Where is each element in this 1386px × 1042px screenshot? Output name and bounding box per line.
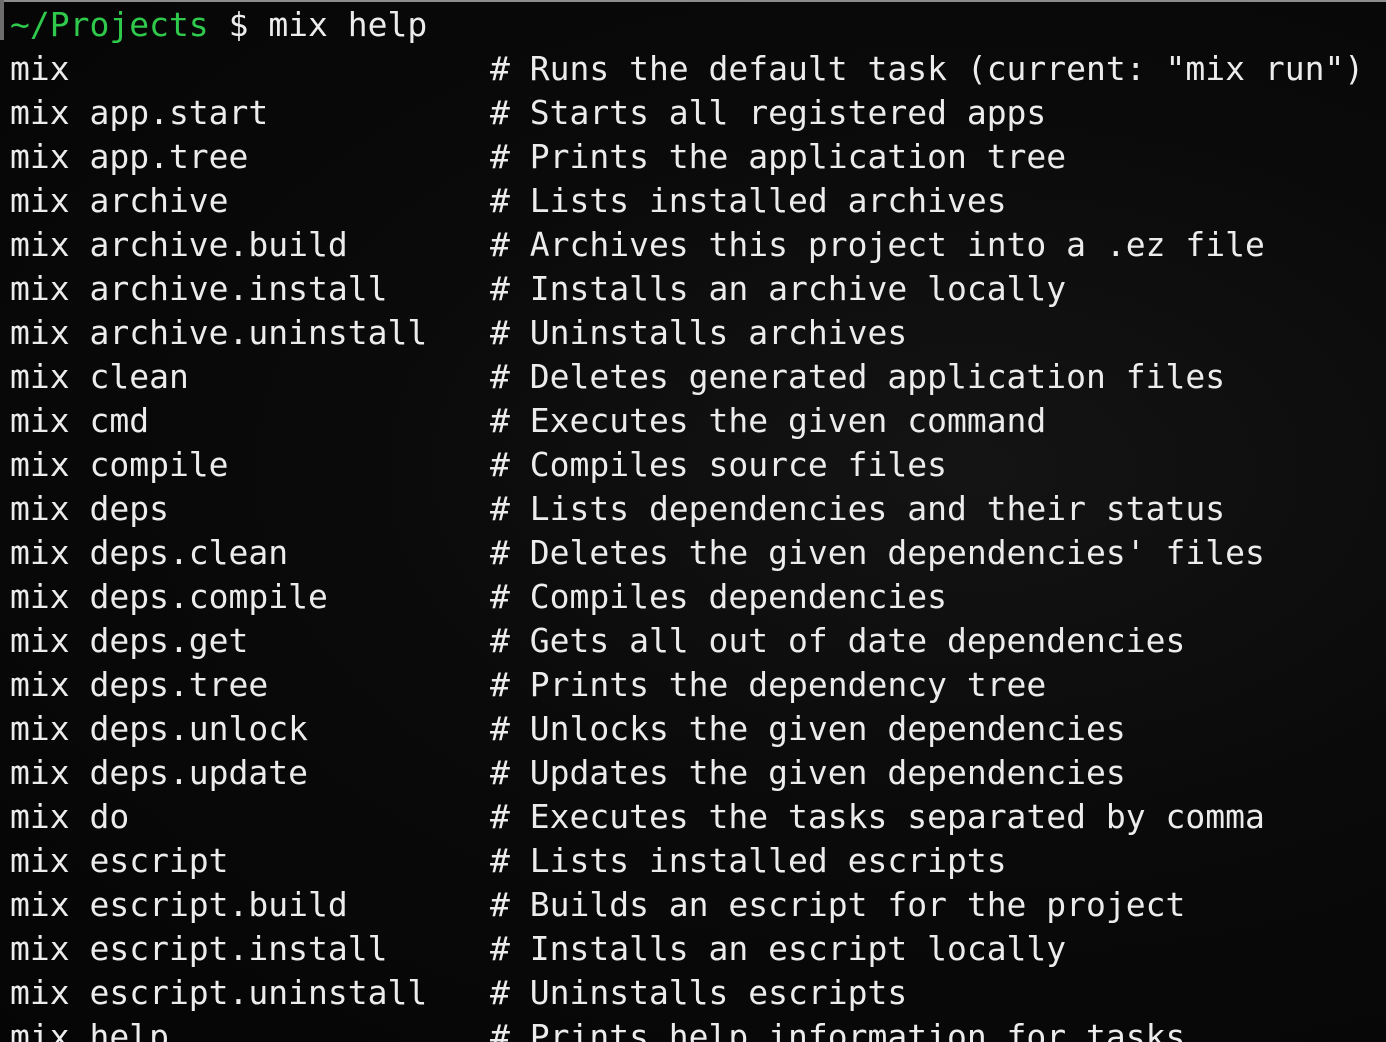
window-top-border: [0, 0, 1386, 2]
task-name: mix compile: [10, 445, 229, 484]
task-description: # Builds an escript for the project: [490, 885, 1186, 924]
task-description: # Unlocks the given dependencies: [490, 709, 1126, 748]
task-name: mix app.start: [10, 93, 269, 132]
task-name: mix deps.update: [10, 753, 309, 792]
prompt-symbol: $: [228, 5, 249, 44]
task-description: # Compiles dependencies: [490, 577, 947, 616]
task-description: # Gets all out of date dependencies: [490, 621, 1186, 660]
task-name: mix escript: [10, 841, 229, 880]
task-description: # Compiles source files: [490, 445, 947, 484]
task-description: # Prints the application tree: [490, 137, 1067, 176]
task-name: mix clean: [10, 357, 189, 396]
task-name: mix archive.install: [10, 269, 388, 308]
terminal-window[interactable]: ~/Projects $ mix help mix # Runs the defa…: [0, 0, 1386, 1042]
task-name: mix deps.get: [10, 621, 249, 660]
task-description: # Prints help information for tasks: [490, 1017, 1186, 1042]
task-description: # Uninstalls archives: [490, 313, 908, 352]
task-name: mix deps.compile: [10, 577, 328, 616]
task-name: mix archive.uninstall: [10, 313, 428, 352]
task-description: # Prints the dependency tree: [490, 665, 1047, 704]
task-name: mix deps.tree: [10, 665, 269, 704]
entered-command: mix help: [268, 5, 428, 44]
task-name: mix deps.unlock: [10, 709, 309, 748]
task-name: mix cmd: [10, 401, 150, 440]
task-name: mix help: [10, 1017, 169, 1042]
task-name: mix archive.build: [10, 225, 348, 264]
task-description: # Executes the tasks separated by comma: [490, 797, 1265, 836]
task-description: # Deletes generated application files: [490, 357, 1226, 396]
task-description: # Starts all registered apps: [490, 93, 1047, 132]
task-name: mix escript.install: [10, 929, 388, 968]
task-description: # Executes the given command: [490, 401, 1047, 440]
task-description: # Updates the given dependencies: [490, 753, 1126, 792]
task-description: # Lists installed escripts: [490, 841, 1007, 880]
task-name: mix app.tree: [10, 137, 249, 176]
window-left-border: [0, 0, 4, 40]
task-name: mix deps: [10, 489, 169, 528]
task-description: # Archives this project into a .ez file: [490, 225, 1265, 264]
task-name: mix do: [10, 797, 130, 836]
task-description: # Deletes the given dependencies' files: [490, 533, 1265, 572]
task-description: # Lists installed archives: [490, 181, 1007, 220]
task-name: mix: [10, 49, 70, 88]
task-description: # Installs an archive locally: [490, 269, 1067, 308]
task-name: mix deps.clean: [10, 533, 289, 572]
task-description: # Uninstalls escripts: [490, 973, 908, 1012]
prompt-cwd: ~/Projects: [10, 5, 209, 44]
task-description: # Installs an escript locally: [490, 929, 1067, 968]
task-name: mix escript.uninstall: [10, 973, 428, 1012]
task-description: # Lists dependencies and their status: [490, 489, 1226, 528]
task-description: # Runs the default task (current: "mix r…: [490, 49, 1365, 88]
task-name: mix archive: [10, 181, 229, 220]
shell-prompt-line: ~/Projects $ mix help: [10, 3, 427, 47]
task-name: mix escript.build: [10, 885, 348, 924]
